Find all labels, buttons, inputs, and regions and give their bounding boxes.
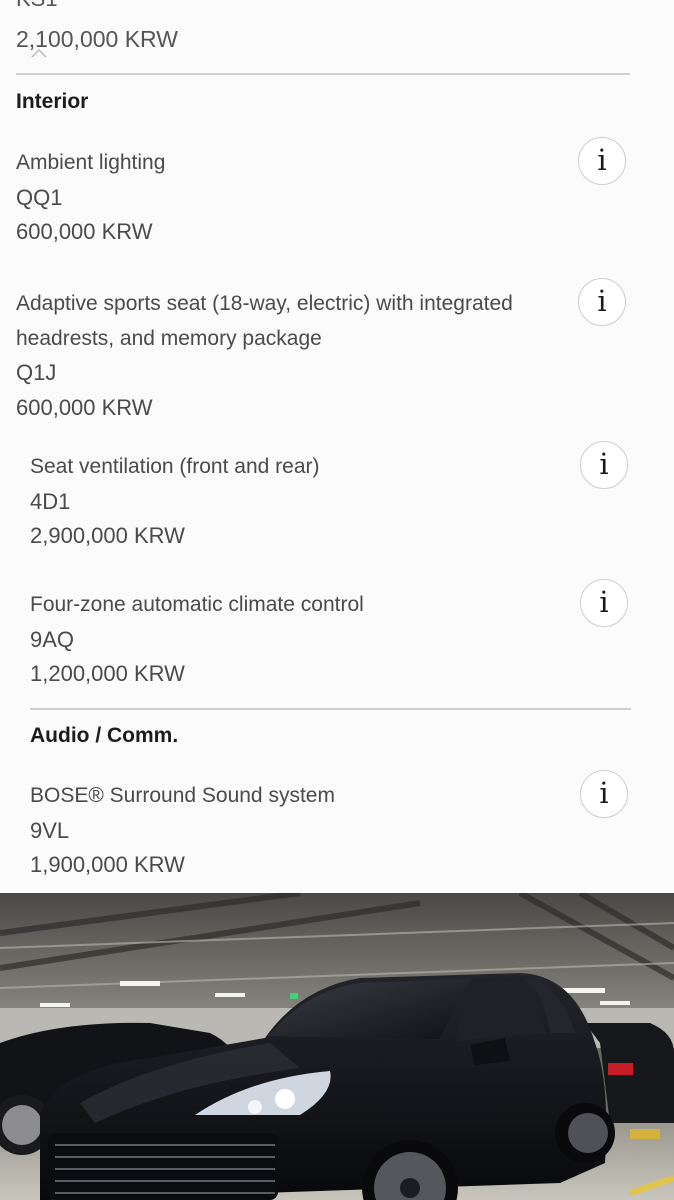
option-code: QQ1 <box>16 184 63 210</box>
option-title: Seat ventilation (front and rear) <box>30 455 320 478</box>
car-photo <box>0 893 674 1200</box>
option-title: headrests, and memory package <box>16 326 322 350</box>
section-heading-interior: Interior <box>16 90 89 113</box>
info-icon: i <box>597 284 607 318</box>
section-divider <box>16 73 630 75</box>
previous-option-code: KS1 <box>16 0 58 12</box>
option-price: 600,000 KRW <box>16 219 153 244</box>
option-item-four-zone-climate: Four-zone automatic climate control 9AQ … <box>30 588 364 692</box>
option-code: Q1J <box>16 360 57 385</box>
option-price: 1,900,000 KRW <box>30 852 185 877</box>
option-code: 9AQ <box>30 626 75 652</box>
info-icon: i <box>599 585 609 619</box>
option-price: 600,000 KRW <box>16 394 153 420</box>
option-title: Ambient lighting <box>16 151 166 174</box>
info-icon: i <box>599 776 609 810</box>
option-item-adaptive-sports-seat: Adaptive sports seat (18-way, electric) … <box>16 287 513 425</box>
option-code: 9VL <box>30 817 70 843</box>
option-title: BOSE® Surround Sound system <box>30 784 335 807</box>
option-code: 4D1 <box>30 488 71 514</box>
option-price: 1,200,000 KRW <box>30 661 185 686</box>
car-photo-illustration <box>0 893 674 1200</box>
option-title: Four-zone automatic climate control <box>30 593 364 616</box>
option-price: 2,900,000 KRW <box>30 523 185 548</box>
option-item-bose-surround: BOSE® Surround Sound system 9VL 1,900,00… <box>30 779 335 883</box>
info-icon: i <box>599 447 609 481</box>
info-button[interactable]: i <box>578 278 626 326</box>
option-item-ambient-lighting: Ambient lighting QQ1 600,000 KRW <box>16 146 165 250</box>
info-button[interactable]: i <box>578 137 626 185</box>
chevron-up-icon[interactable] <box>30 44 48 62</box>
info-icon: i <box>597 143 607 177</box>
section-divider <box>30 708 631 710</box>
screen: KS1 2,100,000 KRW Interior Ambient light… <box>0 0 674 1200</box>
options-list: KS1 2,100,000 KRW Interior Ambient light… <box>0 0 674 893</box>
option-title: Adaptive sports seat (18-way, electric) … <box>16 292 513 315</box>
info-button[interactable]: i <box>580 579 628 627</box>
section-heading-audio-comm: Audio / Comm. <box>30 724 179 747</box>
option-item-seat-ventilation: Seat ventilation (front and rear) 4D1 2,… <box>30 450 320 554</box>
info-button[interactable]: i <box>580 770 628 818</box>
info-button[interactable]: i <box>580 441 628 489</box>
